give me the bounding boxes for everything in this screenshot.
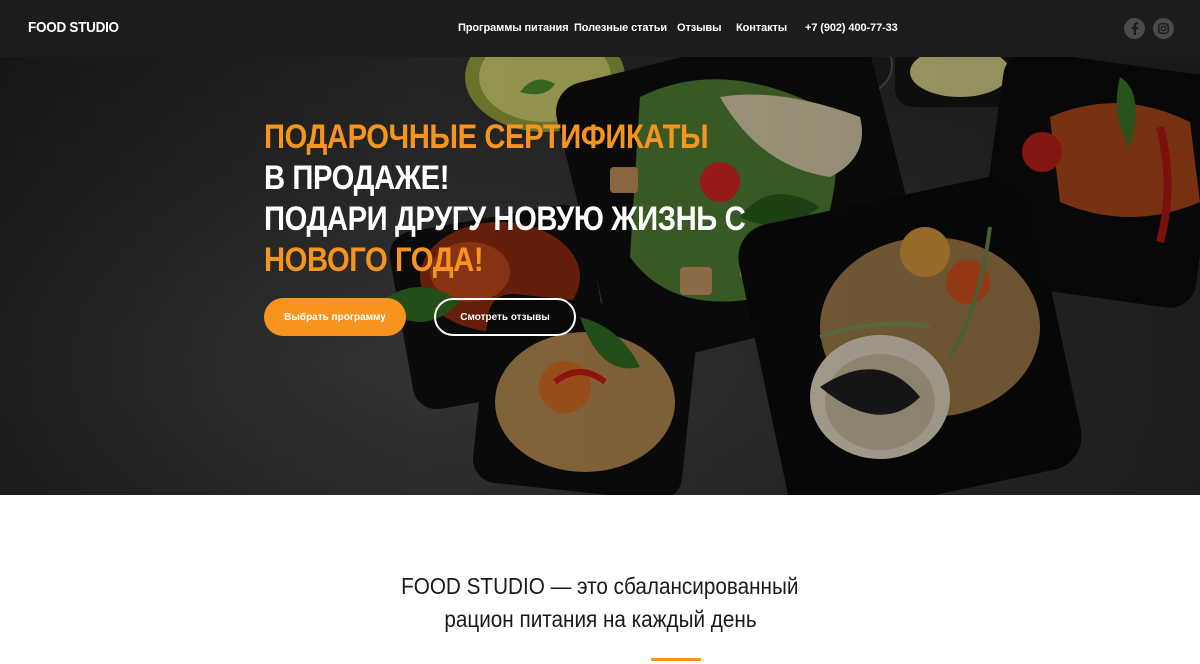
nav-item-reviews[interactable]: Отзывы (677, 22, 721, 34)
instagram-icon (1158, 23, 1169, 34)
headline-line-3: ПОДАРИ ДРУГУ НОВУЮ ЖИЗНЬ С (264, 200, 746, 238)
nav-phone-link[interactable]: +7 (902) 400-77-33 (805, 22, 898, 34)
section-divider (651, 658, 701, 661)
headline-line-4: НОВОГО ГОДА! (264, 241, 484, 279)
headline-line-2: В ПРОДАЖЕ! (264, 159, 450, 197)
about-title-line-2: рацион питания на каждый день (443, 606, 757, 632)
about-title-line-1: FOOD STUDIO — это сбалансированный (401, 573, 799, 599)
nav-item-programs[interactable]: Программы питания (458, 22, 569, 34)
site-header: FOOD STUDIO Программы питания Полезные с… (0, 0, 1200, 57)
nav-item-contacts[interactable]: Контакты (736, 22, 787, 34)
choose-program-button[interactable]: Выбрать программу (264, 298, 406, 336)
headline-line-1: ПОДАРОЧНЫЕ СЕРТИФИКАТЫ (264, 118, 709, 156)
facebook-link[interactable] (1124, 18, 1145, 39)
nav-item-articles[interactable]: Полезные статьи (574, 22, 667, 34)
instagram-link[interactable] (1153, 18, 1174, 39)
hero-headline: ПОДАРОЧНЫЕ СЕРТИФИКАТЫ В ПРОДАЖЕ! ПОДАРИ… (264, 117, 964, 281)
facebook-icon (1131, 22, 1139, 35)
main-nav: Программы питания Полезные статьи Отзывы… (0, 22, 1200, 36)
view-reviews-button[interactable]: Смотреть отзывы (434, 298, 576, 336)
hero-section: ПОДАРОЧНЫЕ СЕРТИФИКАТЫ В ПРОДАЖЕ! ПОДАРИ… (0, 57, 1200, 495)
about-section: FOOD STUDIO — это сбалансированный рацио… (0, 570, 1200, 636)
